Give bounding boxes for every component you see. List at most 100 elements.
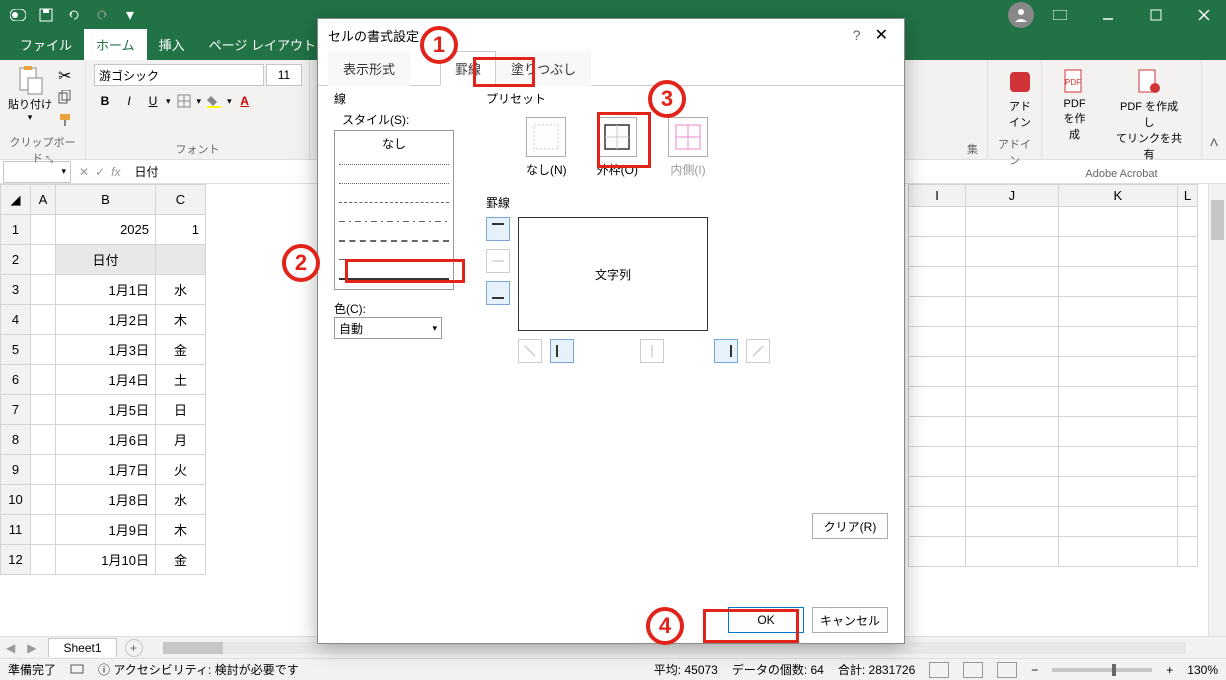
row-header[interactable]: 2	[1, 245, 31, 275]
borders-icon[interactable]	[173, 90, 195, 112]
border-right-button[interactable]	[714, 339, 738, 363]
cell[interactable]: 日	[156, 395, 206, 425]
qat-dropdown-icon[interactable]: ▾	[120, 5, 140, 25]
font-name-select[interactable]	[94, 64, 264, 86]
cell[interactable]: 1月3日	[56, 335, 156, 365]
cell[interactable]: 1月5日	[56, 395, 156, 425]
maximize-icon[interactable]	[1134, 0, 1178, 30]
cell[interactable]: 金	[156, 335, 206, 365]
cell[interactable]: 日付	[56, 245, 156, 275]
row-header[interactable]: 3	[1, 275, 31, 305]
cell[interactable]: 金	[156, 545, 206, 575]
autosave-toggle[interactable]	[8, 5, 28, 25]
clear-button[interactable]: クリア(R)	[812, 513, 888, 539]
border-bottom-button[interactable]	[486, 281, 510, 305]
cell[interactable]: 1	[156, 215, 206, 245]
zoom-out-icon[interactable]: −	[1031, 663, 1038, 677]
cell[interactable]: 1月1日	[56, 275, 156, 305]
dialog-launcher-icon[interactable]: ⤡	[46, 154, 53, 164]
select-all-corner[interactable]: ◢	[1, 185, 31, 215]
col-header-l[interactable]: L	[1178, 185, 1198, 207]
tab-number-format[interactable]: 表示形式	[328, 51, 410, 86]
dialog-help-icon[interactable]: ?	[845, 27, 869, 43]
border-mid-h-button[interactable]	[486, 249, 510, 273]
user-avatar[interactable]	[1008, 2, 1034, 28]
row-header[interactable]: 11	[1, 515, 31, 545]
col-header-a[interactable]: A	[31, 185, 56, 215]
fill-color-icon[interactable]	[203, 90, 225, 112]
sheet-nav-prev-icon[interactable]: ◀	[0, 641, 21, 655]
ribbon-display-icon[interactable]	[1038, 0, 1082, 30]
col-header-j[interactable]: J	[966, 185, 1059, 207]
cell[interactable]: 水	[156, 275, 206, 305]
bold-button[interactable]: B	[94, 90, 116, 112]
cell[interactable]: 1月2日	[56, 305, 156, 335]
cell[interactable]: 2025	[56, 215, 156, 245]
style-none-option[interactable]: なし	[339, 135, 449, 152]
font-size-select[interactable]	[266, 64, 302, 86]
pdf-create-button[interactable]: PDF PDF を作成	[1050, 64, 1099, 146]
row-header[interactable]: 12	[1, 545, 31, 575]
col-header-k[interactable]: K	[1058, 185, 1177, 207]
tab-insert[interactable]: 挿入	[147, 29, 197, 60]
cancel-button[interactable]: キャンセル	[812, 607, 888, 633]
zoom-slider[interactable]	[1052, 668, 1152, 672]
view-normal-icon[interactable]	[929, 662, 949, 678]
enter-formula-icon[interactable]: ✓	[95, 165, 105, 179]
zoom-in-icon[interactable]: +	[1166, 663, 1173, 677]
addin-button[interactable]: アド イン	[996, 64, 1044, 134]
border-mid-v-button[interactable]	[640, 339, 664, 363]
cell[interactable]: 木	[156, 515, 206, 545]
accessibility-icon[interactable]: ⓘ アクセシビリティ: 検討が必要です	[98, 661, 299, 678]
row-header[interactable]: 8	[1, 425, 31, 455]
fx-icon[interactable]: fx	[111, 165, 120, 179]
row-header[interactable]: 5	[1, 335, 31, 365]
paste-button[interactable]: 貼り付け ▾	[8, 64, 52, 123]
cell[interactable]: 1月9日	[56, 515, 156, 545]
cut-icon[interactable]: ✂	[58, 66, 72, 86]
chevron-down-icon[interactable]: ▾	[197, 96, 202, 107]
cell[interactable]: 土	[156, 365, 206, 395]
save-icon[interactable]	[36, 5, 56, 25]
sheet-tab[interactable]: Sheet1	[48, 638, 116, 657]
row-header[interactable]: 4	[1, 305, 31, 335]
col-header-c[interactable]: C	[156, 185, 206, 215]
row-header[interactable]: 7	[1, 395, 31, 425]
add-sheet-icon[interactable]: +	[125, 639, 143, 657]
grid[interactable]: ◢ A B C 120251 2日付 31月1日水 41月2日木 51月3日金 …	[0, 184, 310, 640]
cell[interactable]: 1月10日	[56, 545, 156, 575]
format-painter-icon[interactable]	[58, 113, 72, 132]
cell[interactable]: 水	[156, 485, 206, 515]
cell[interactable]	[156, 245, 206, 275]
cell[interactable]: 1月4日	[56, 365, 156, 395]
collapse-ribbon-icon[interactable]: ˄	[1202, 60, 1226, 159]
close-icon[interactable]	[1182, 0, 1226, 30]
view-pagelayout-icon[interactable]	[963, 662, 983, 678]
border-diag-up-button[interactable]	[746, 339, 770, 363]
chevron-down-icon[interactable]: ▾	[28, 112, 33, 123]
chevron-down-icon[interactable]: ▾	[227, 96, 232, 107]
undo-icon[interactable]	[64, 5, 84, 25]
font-color-icon[interactable]: A	[234, 90, 256, 112]
cell[interactable]: 火	[156, 455, 206, 485]
cell[interactable]: 1月8日	[56, 485, 156, 515]
cell[interactable]: 月	[156, 425, 206, 455]
preset-inside-button[interactable]: 内側(I)	[668, 117, 708, 178]
record-macro-icon[interactable]	[70, 661, 84, 678]
pdf-share-button[interactable]: PDF を作成し てリンクを共有	[1105, 64, 1193, 166]
cell[interactable]: 1月6日	[56, 425, 156, 455]
minimize-icon[interactable]	[1086, 0, 1130, 30]
col-header-i[interactable]: I	[909, 185, 966, 207]
col-header-b[interactable]: B	[56, 185, 156, 215]
sheet-nav-next-icon[interactable]: ▶	[21, 641, 42, 655]
chevron-down-icon[interactable]: ▾	[166, 96, 171, 107]
row-header[interactable]: 6	[1, 365, 31, 395]
cell[interactable]: 1月7日	[56, 455, 156, 485]
redo-icon[interactable]	[92, 5, 112, 25]
border-top-button[interactable]	[486, 217, 510, 241]
cell[interactable]: 木	[156, 305, 206, 335]
italic-button[interactable]: I	[118, 90, 140, 112]
row-header[interactable]: 10	[1, 485, 31, 515]
underline-button[interactable]: U	[142, 90, 164, 112]
zoom-level[interactable]: 130%	[1187, 663, 1218, 677]
